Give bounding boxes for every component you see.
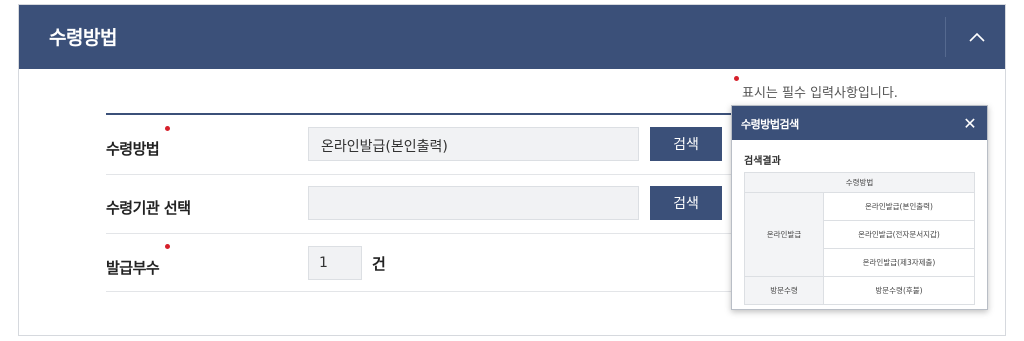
required-dot-icon bbox=[165, 244, 170, 249]
popup-subtitle: 검색결과 bbox=[744, 156, 781, 167]
row-divider bbox=[106, 291, 734, 292]
required-dot-icon bbox=[165, 126, 170, 131]
institution-label: 수령기관 선택 bbox=[106, 199, 191, 217]
copies-label: 발급부수 bbox=[106, 259, 160, 277]
copies-input[interactable]: 1 bbox=[308, 246, 362, 280]
required-dot-icon bbox=[734, 76, 739, 81]
close-icon[interactable]: ✕ bbox=[958, 111, 982, 135]
collapse-button[interactable] bbox=[949, 5, 1005, 69]
group-visit: 방문수령 bbox=[744, 276, 824, 305]
table-row[interactable]: 온라인발급(본인출력) bbox=[823, 192, 975, 221]
form-top-border bbox=[106, 113, 734, 115]
popup-title: 수령방법검색 bbox=[741, 118, 799, 131]
chevron-up-icon bbox=[969, 32, 985, 42]
receipt-method-search-popup: 수령방법검색 ✕ 검색결과 수령방법 온라인발급 온라인발급(본인출력) 온라인… bbox=[731, 105, 988, 310]
panel-title: 수령방법 bbox=[49, 27, 117, 49]
receipt-method-field[interactable]: 온라인발급(본인출력) bbox=[308, 127, 639, 161]
table-row[interactable]: 방문수령(후불) bbox=[823, 276, 975, 305]
required-note-text: 표시는 필수 입력사항입니다. bbox=[742, 86, 898, 101]
panel-header: 수령방법 bbox=[19, 5, 1005, 69]
table-row[interactable]: 온라인발급(전자문서지갑) bbox=[823, 220, 975, 249]
group-online: 온라인발급 bbox=[744, 192, 824, 277]
copies-unit: 건 bbox=[372, 255, 386, 273]
row-divider bbox=[106, 233, 734, 234]
table-row[interactable]: 온라인발급(제3자제출) bbox=[823, 248, 975, 277]
required-note: 표시는 필수 입력사항입니다. bbox=[734, 76, 898, 101]
table-header: 수령방법 bbox=[744, 172, 975, 193]
header-divider bbox=[945, 17, 946, 57]
institution-search-button[interactable]: 검색 bbox=[650, 186, 722, 220]
receipt-method-search-button[interactable]: 검색 bbox=[650, 127, 722, 161]
popup-header: 수령방법검색 ✕ bbox=[732, 106, 987, 140]
institution-field[interactable] bbox=[308, 186, 639, 220]
result-table: 수령방법 온라인발급 온라인발급(본인출력) 온라인발급(전자문서지갑) 온라인… bbox=[744, 172, 975, 305]
receipt-method-label: 수령방법 bbox=[106, 140, 160, 158]
row-divider bbox=[106, 174, 734, 175]
